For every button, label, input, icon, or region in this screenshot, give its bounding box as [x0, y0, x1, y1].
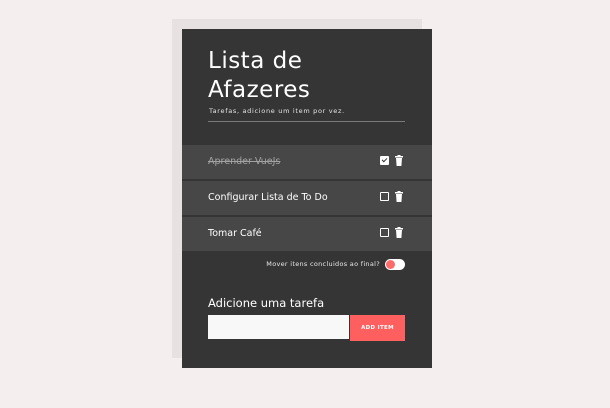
trash-icon[interactable]	[395, 191, 403, 202]
todo-card: Lista de Afazeres Tarefas, adicione um i…	[182, 29, 432, 368]
trash-icon[interactable]	[395, 155, 403, 166]
title-divider	[208, 121, 405, 122]
add-task-label: Adicione uma tarefa	[208, 296, 325, 310]
move-completed-option: Mover itens concluidos ao final?	[182, 258, 432, 272]
page-title: Lista de Afazeres	[208, 48, 311, 103]
checkbox-icon[interactable]	[380, 156, 389, 165]
toggle-knob	[386, 260, 395, 269]
page-subtitle: Tarefas, adicione um item por vez.	[209, 107, 345, 115]
todo-list: Aprender VueJs Configurar Lista de To Do…	[182, 145, 432, 253]
add-task-input[interactable]	[208, 315, 349, 339]
checkbox-icon[interactable]	[380, 228, 389, 237]
checkbox-icon[interactable]	[380, 192, 389, 201]
add-item-button[interactable]: ADD ITEM	[350, 315, 405, 341]
todo-item: Aprender VueJs	[182, 145, 432, 179]
todo-item-label: Aprender VueJs	[208, 156, 281, 167]
todo-item: Tomar Café	[182, 217, 432, 251]
trash-icon[interactable]	[395, 227, 403, 238]
todo-item: Configurar Lista de To Do	[182, 181, 432, 215]
todo-item-label: Configurar Lista de To Do	[208, 192, 328, 203]
move-completed-label: Mover itens concluidos ao final?	[266, 260, 380, 268]
move-completed-toggle[interactable]	[385, 259, 405, 270]
todo-item-label: Tomar Café	[208, 228, 262, 239]
